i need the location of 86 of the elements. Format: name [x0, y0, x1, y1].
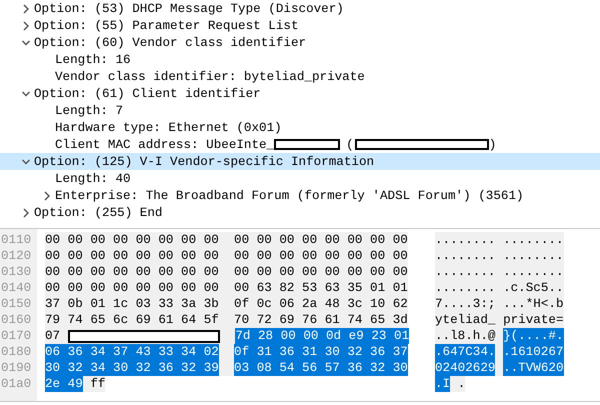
ascii-text: .c.Sc5.. [503, 280, 564, 296]
tree-row[interactable]: Vendor class identifier: byteliad_private [0, 68, 600, 85]
ascii-text: ........ [435, 280, 496, 296]
hex-bytes: 00 63 82 53 63 35 01 01 [234, 280, 408, 296]
ascii-text: yteliad_ [435, 312, 496, 328]
ascii-text: ........ [435, 264, 496, 280]
hex-bytes: 00 00 00 00 00 00 00 00 [45, 264, 219, 280]
hex-bytes: 06 36 34 37 43 33 34 02 [45, 344, 219, 360]
chevron-down-icon[interactable] [22, 156, 30, 166]
row-label: Length: 16 [55, 52, 131, 66]
tree-row[interactable]: Length: 7 [0, 102, 600, 119]
ascii-text: ...*H<.b [503, 296, 564, 312]
ascii-text: .1610267 [503, 344, 564, 360]
hex-bytes: 00 00 00 00 00 00 00 00 [234, 264, 408, 280]
hex-bytes: 0f 31 36 31 30 32 36 37 [234, 344, 408, 360]
hex-bytes: 2e 49 [45, 376, 83, 392]
offset-label: 0110 [0, 233, 32, 247]
row-label: Option: (61) Client identifier [34, 86, 261, 100]
tree-row[interactable]: Option: (61) Client identifier [0, 85, 600, 102]
ascii-text: .647C34. [435, 344, 496, 360]
ascii-text: ........ [435, 232, 496, 248]
chevron-right-icon[interactable] [43, 190, 51, 200]
tree-row[interactable]: Enterprise: The Broadband Forum (formerly 'ADSL Forum') (3561) [0, 187, 600, 204]
hex-bytes: 00 00 00 00 00 00 00 00 [234, 248, 408, 264]
tree-row[interactable]: Client MAC address: UbeeInte_ ( ) [0, 136, 600, 153]
hex-bytes: 00 00 00 00 00 00 00 00 [45, 232, 219, 248]
ascii-text: ..l8.h.@ [435, 328, 496, 344]
ascii-text: 02402629 [435, 360, 496, 376]
tree-row[interactable]: Option: (53) DHCP Message Type (Discover) [0, 0, 600, 17]
row-label: Client MAC address: UbeeInte_ [55, 138, 274, 152]
hex-bytes: ff [90, 376, 106, 392]
offset-label: 0120 [0, 249, 32, 263]
hex-bytes: 0f 0c 06 2a 48 3c 10 62 [234, 296, 408, 312]
row-label: Option: (60) Vendor class identifier [34, 36, 306, 50]
row-label: Option: (125) V-I Vendor-specific Information [34, 154, 374, 168]
tree-row[interactable]: Hardware type: Ethernet (0x01) [0, 119, 600, 136]
ascii-text: }(....#. [503, 328, 564, 344]
row-label: Length: 7 [55, 104, 124, 118]
chevron-right-icon[interactable] [22, 208, 30, 218]
hex-bytes: 00 00 00 00 00 00 00 00 [45, 248, 219, 264]
row-label: Hardware type: Ethernet (0x01) [55, 120, 282, 134]
chevron-down-icon[interactable] [22, 88, 30, 98]
hex-bytes: 00 00 00 00 00 00 00 00 [45, 280, 219, 296]
ascii-text: ........ [503, 264, 564, 280]
row-label: Option: (55) Parameter Request List [34, 18, 299, 32]
hex-bytes: 00 00 00 00 00 00 00 00 [234, 232, 408, 248]
ascii-text: ........ [503, 248, 564, 264]
row-label: Enterprise: The Broadband Forum (formerly 'ADSL Forum') (3561) [55, 188, 524, 202]
offset-label: 0130 [0, 265, 32, 279]
offset-label: 01a0 [0, 377, 32, 391]
tree-row[interactable]: Option: (55) Parameter Request List [0, 17, 600, 34]
chevron-down-icon[interactable] [22, 38, 30, 48]
row-label: Vendor class identifier: byteliad_private [55, 70, 365, 84]
row-label: Option: (255) End [34, 206, 162, 220]
hex-bytes: 07 [45, 328, 60, 344]
offset-label: 0190 [0, 361, 32, 375]
row-label: Length: 40 [55, 172, 131, 186]
hex-bytes: 7d 28 00 00 0d e9 23 01 [235, 328, 410, 344]
ascii-text: ........ [503, 232, 564, 248]
offset-label: 0150 [0, 297, 32, 311]
offset-label: 0180 [0, 345, 32, 359]
hex-bytes: 37 0b 01 1c 03 33 3a 3b [45, 296, 219, 312]
tree-row[interactable]: Option: (255) End [0, 204, 600, 221]
tree-row[interactable]: Option: (60) Vendor class identifier [0, 34, 600, 51]
ascii-text: private= [503, 312, 564, 328]
hex-bytes: 70 72 69 76 61 74 65 3d [234, 312, 408, 328]
redaction-box [274, 139, 340, 150]
offset-label: 0160 [0, 313, 32, 327]
tree-row[interactable]: Option: (125) V-I Vendor-specific Information [0, 153, 600, 170]
row-label: ) [488, 138, 496, 152]
ascii-text: 7....3:; [435, 296, 496, 312]
offset-label: 0140 [0, 281, 32, 295]
tree-row[interactable]: Length: 40 [0, 170, 600, 187]
hex-bytes: 30 32 34 30 32 36 32 39 [45, 360, 219, 376]
ascii-text: ........ [435, 248, 496, 264]
ascii-text: .I [435, 376, 450, 392]
chevron-right-icon[interactable] [22, 20, 30, 30]
hex-bytes: 79 74 65 6c 69 61 64 5f [45, 312, 219, 328]
ascii-text: ..TVW620 [503, 360, 564, 376]
tree-row[interactable]: Length: 16 [0, 51, 600, 68]
row-label: Option: (53) DHCP Message Type (Discover) [34, 2, 344, 16]
offset-label: 0170 [0, 329, 32, 343]
ascii-text: . [458, 376, 466, 392]
row-label: ( [346, 138, 354, 152]
hex-bytes: 03 08 54 56 57 36 32 30 [234, 360, 408, 376]
chevron-right-icon[interactable] [22, 4, 30, 14]
